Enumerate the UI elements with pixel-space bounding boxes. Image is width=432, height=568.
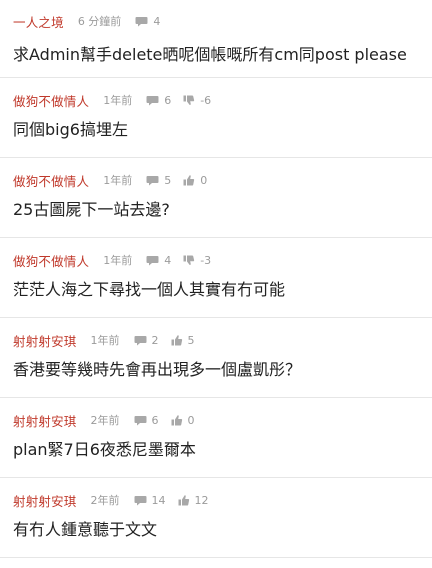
reply-count-value: 4 [164,253,172,267]
comment-bubble-icon [146,95,159,105]
comment-bubble-icon [134,415,147,425]
comment-text[interactable]: 同個big6搞埋左 [13,119,426,141]
comment-list: 一人之境 6 分鐘前 4 求Admin幫手delete晒呢個帳嘅所有cm同pos… [0,0,432,558]
reply-count: 5 [146,174,171,187]
comment-meta: 做狗不做情人 1年前 6 -6 [13,91,223,110]
list-item[interactable]: 做狗不做情人 1年前 4 -3 茫茫人海之下尋找一個人其實有冇可能 [0,238,432,318]
reply-count: 14 [134,494,166,507]
reply-count-value: 5 [164,173,172,187]
reply-count-value: 6 [151,413,159,427]
author-name[interactable]: 做狗不做情人 [13,251,89,270]
comment-meta: 做狗不做情人 1年前 5 0 [13,171,219,190]
vote-count: 0 [183,174,207,187]
reply-count-value: 4 [153,14,161,28]
thumbs-down-icon [183,254,195,265]
thumbs-up-icon [171,414,182,426]
comment-bubble-icon [135,16,148,26]
list-item[interactable]: 一人之境 6 分鐘前 4 求Admin幫手delete晒呢個帳嘅所有cm同pos… [0,0,432,78]
comment-meta: 射射射安琪 1年前 2 5 [13,331,207,350]
vote-count-value: -3 [200,253,212,267]
author-name[interactable]: 射射射安琪 [13,491,77,510]
author-name[interactable]: 射射射安琪 [13,331,77,350]
reply-count: 4 [135,15,160,28]
reply-count: 6 [146,94,171,107]
vote-count: -3 [183,254,211,267]
author-name[interactable]: 一人之境 [13,12,64,31]
comment-meta: 射射射安琪 2年前 6 0 [13,411,207,430]
timestamp: 2年前 [90,494,120,507]
thumbs-up-icon [183,174,195,186]
thumbs-up-icon [171,334,182,346]
thumbs-down-icon [183,94,195,105]
vote-count-value: 12 [194,493,209,507]
comment-text[interactable]: 25古圖屍下一站去邊? [13,199,426,221]
comment-bubble-icon [134,335,147,345]
list-item[interactable]: 射射射安琪 2年前 6 0 plan緊7日6夜悉尼墨爾本 [0,398,432,478]
author-name[interactable]: 做狗不做情人 [13,91,89,110]
vote-count: -6 [183,94,211,107]
comment-meta: 做狗不做情人 1年前 4 -3 [13,251,223,270]
list-item[interactable]: 做狗不做情人 1年前 5 0 25古圖屍下一站去邊? [0,158,432,238]
comment-meta: 射射射安琪 2年前 14 12 [13,491,221,510]
reply-count: 4 [146,254,171,267]
list-item[interactable]: 射射射安琪 2年前 14 12 有冇人鍾意聽于文文 [0,478,432,558]
vote-count-value: 0 [187,413,195,427]
vote-count-value: -6 [200,93,212,107]
list-item[interactable]: 射射射安琪 1年前 2 5 香港要等幾時先會再出現多一個盧凱彤？ [0,318,432,398]
vote-count-value: 5 [187,333,195,347]
vote-count-value: 0 [200,173,208,187]
reply-count: 2 [134,334,159,347]
timestamp: 6 分鐘前 [77,15,122,28]
vote-count: 0 [171,414,195,427]
vote-count: 12 [178,494,209,507]
comment-text[interactable]: 有冇人鍾意聽于文文 [13,519,426,541]
comment-text[interactable]: plan緊7日6夜悉尼墨爾本 [13,439,426,461]
timestamp: 2年前 [90,414,120,427]
reply-count-value: 14 [151,493,166,507]
vote-count: 5 [171,334,195,347]
comment-bubble-icon [134,495,147,505]
author-name[interactable]: 做狗不做情人 [13,171,89,190]
author-name[interactable]: 射射射安琪 [13,411,77,430]
comment-meta: 一人之境 6 分鐘前 4 [13,12,172,31]
list-item[interactable]: 做狗不做情人 1年前 6 -6 同個big6搞埋左 [0,78,432,158]
timestamp: 1年前 [103,254,133,267]
reply-count-value: 6 [164,93,172,107]
comment-bubble-icon [146,175,159,185]
reply-count: 6 [134,414,159,427]
comment-text[interactable]: 求Admin幫手delete晒呢個帳嘅所有cm同post please [13,44,426,66]
timestamp: 1年前 [90,334,120,347]
comment-text[interactable]: 茫茫人海之下尋找一個人其實有冇可能 [13,279,426,301]
timestamp: 1年前 [103,94,133,107]
thumbs-up-icon [178,494,189,506]
comment-text[interactable]: 香港要等幾時先會再出現多一個盧凱彤？ [13,359,426,381]
reply-count-value: 2 [151,333,159,347]
timestamp: 1年前 [103,174,133,187]
comment-bubble-icon [146,255,159,265]
